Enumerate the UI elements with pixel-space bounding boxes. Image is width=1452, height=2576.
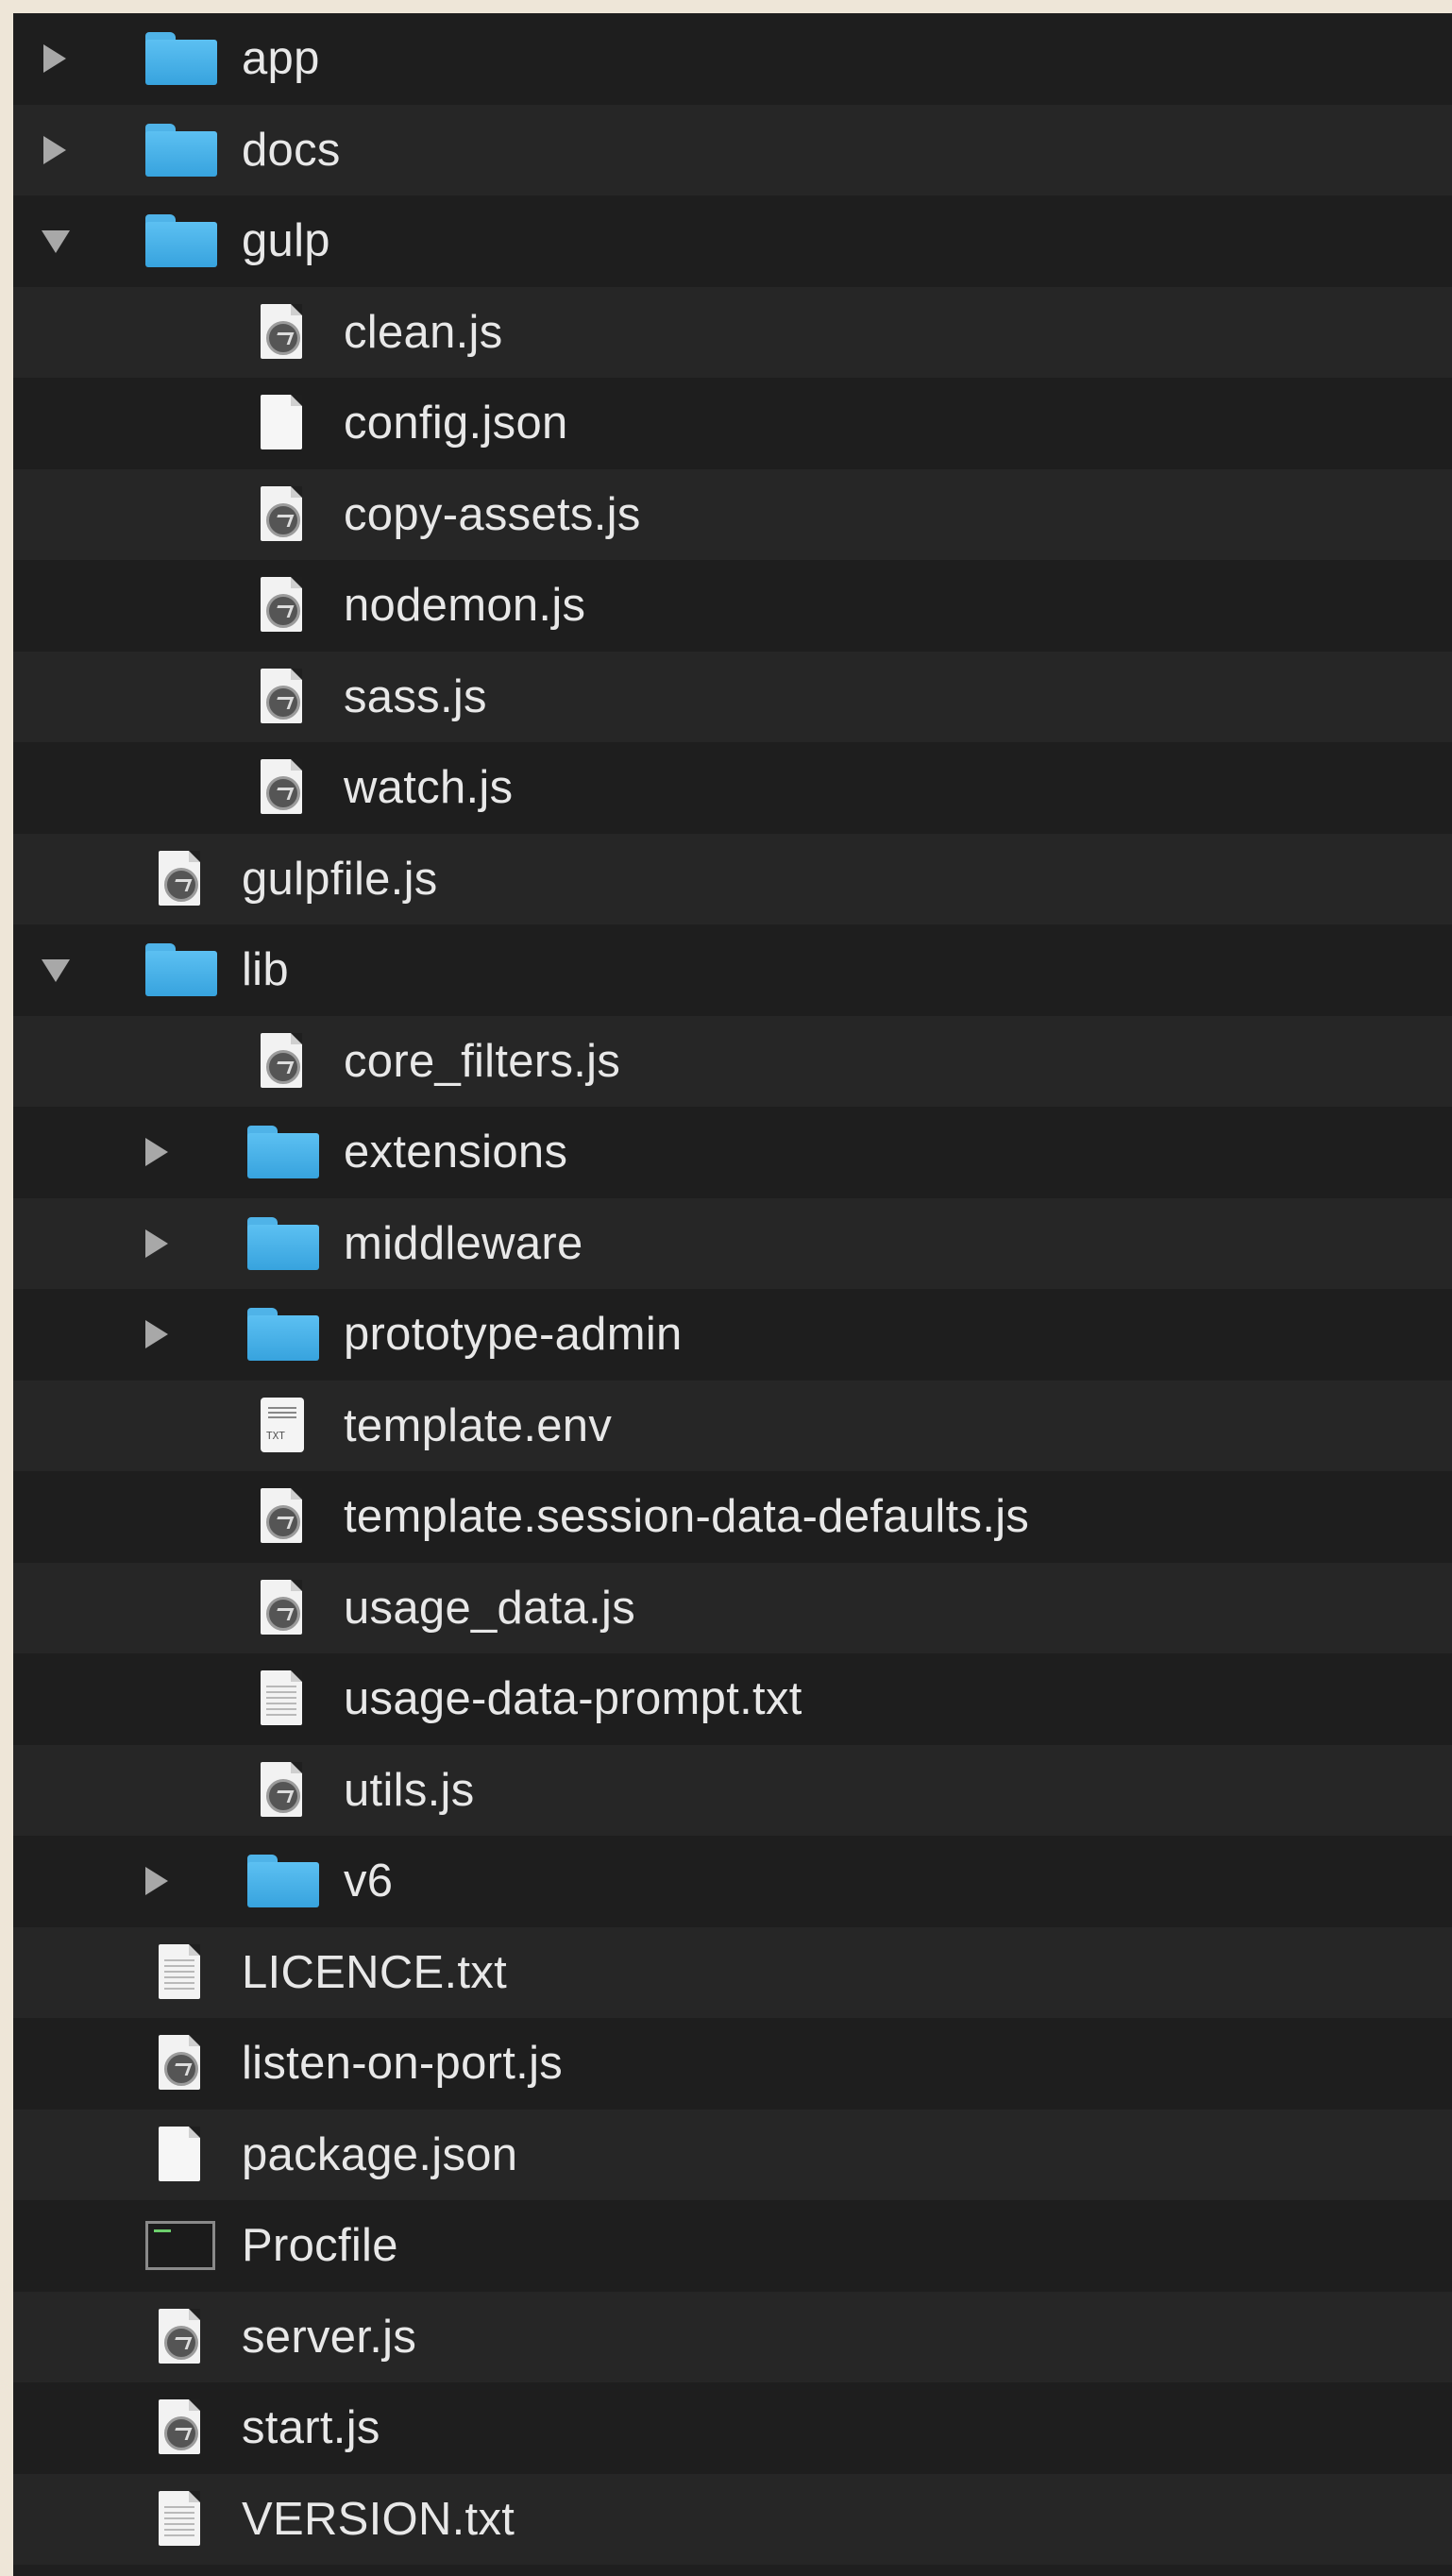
item-label: template.session-data-defaults.js bbox=[344, 1491, 1030, 1543]
list-item[interactable]: server.js bbox=[13, 2291, 1452, 2382]
list-item[interactable]: config.json bbox=[13, 378, 1452, 469]
list-item[interactable]: gulp bbox=[13, 195, 1452, 287]
disclosure-triangle-right-icon[interactable] bbox=[145, 1229, 170, 1258]
list-item[interactable]: LICENCE.txt bbox=[13, 1926, 1452, 2018]
folder-icon bbox=[245, 1122, 321, 1182]
list-item[interactable]: package.json bbox=[13, 2109, 1452, 2200]
folder-icon bbox=[245, 1851, 321, 1911]
js-file-icon bbox=[245, 757, 321, 818]
item-label: lib bbox=[242, 944, 289, 996]
list-item[interactable]: listen-on-port.js bbox=[13, 2018, 1452, 2110]
item-label: gulpfile.js bbox=[242, 853, 438, 905]
item-label: docs bbox=[242, 124, 341, 176]
item-label: start.js bbox=[242, 2402, 380, 2454]
item-label: extensions bbox=[344, 1127, 568, 1178]
list-item[interactable]: v6 bbox=[13, 1836, 1452, 1927]
js-file-icon bbox=[144, 2398, 219, 2458]
item-label: app bbox=[242, 33, 320, 85]
js-file-icon bbox=[144, 2033, 219, 2093]
js-file-icon bbox=[245, 484, 321, 545]
folder-icon bbox=[144, 211, 219, 271]
document-icon bbox=[245, 393, 321, 453]
list-item[interactable]: template.env bbox=[13, 1380, 1452, 1471]
js-file-icon bbox=[144, 2307, 219, 2367]
js-file-icon bbox=[245, 1031, 321, 1092]
list-item[interactable]: core_filters.js bbox=[13, 1015, 1452, 1107]
item-label: Procfile bbox=[242, 2220, 398, 2272]
disclosure-triangle-right-icon[interactable] bbox=[145, 1320, 170, 1349]
item-label: prototype-admin bbox=[344, 1309, 683, 1361]
list-item[interactable]: extensions bbox=[13, 1107, 1452, 1198]
text-file-icon bbox=[245, 1669, 321, 1729]
disclosure-triangle-down-icon[interactable] bbox=[42, 227, 70, 255]
env-file-icon bbox=[245, 1396, 321, 1456]
file-list: app docs gulp clean.js config.json copy-asset… bbox=[13, 13, 1452, 2576]
folder-icon bbox=[144, 120, 219, 180]
folder-icon bbox=[144, 28, 219, 89]
list-item[interactable]: clean.js bbox=[13, 286, 1452, 378]
list-item[interactable]: copy-assets.js bbox=[13, 468, 1452, 560]
item-label: nodemon.js bbox=[344, 580, 586, 632]
js-file-icon bbox=[245, 575, 321, 636]
item-label: gulp bbox=[242, 215, 330, 267]
list-item[interactable]: docs bbox=[13, 104, 1452, 195]
item-label: template.env bbox=[344, 1399, 613, 1451]
terminal-icon bbox=[144, 2215, 219, 2276]
document-icon bbox=[144, 2125, 219, 2185]
js-file-icon bbox=[245, 667, 321, 727]
list-item[interactable]: start.js bbox=[13, 2382, 1452, 2474]
list-item[interactable]: prototype-admin bbox=[13, 1289, 1452, 1381]
disclosure-triangle-down-icon[interactable] bbox=[42, 956, 70, 984]
item-label: usage-data-prompt.txt bbox=[344, 1673, 802, 1725]
list-item[interactable]: template.session-data-defaults.js bbox=[13, 1471, 1452, 1563]
list-item[interactable]: nodemon.js bbox=[13, 560, 1452, 652]
item-label: clean.js bbox=[344, 306, 503, 358]
item-label: config.json bbox=[344, 398, 568, 449]
item-label: LICENCE.txt bbox=[242, 1946, 508, 1998]
item-label: sass.js bbox=[344, 670, 487, 722]
item-label: VERSION.txt bbox=[242, 2493, 515, 2545]
item-label: utils.js bbox=[344, 1764, 475, 1816]
list-item[interactable]: lib bbox=[13, 924, 1452, 1016]
list-item[interactable]: usage-data-prompt.txt bbox=[13, 1653, 1452, 1745]
folder-icon bbox=[245, 1304, 321, 1364]
js-file-icon bbox=[245, 1578, 321, 1638]
list-item[interactable]: middleware bbox=[13, 1197, 1452, 1289]
js-file-icon bbox=[245, 302, 321, 363]
js-file-icon bbox=[144, 849, 219, 909]
item-label: listen-on-port.js bbox=[242, 2038, 564, 2090]
text-file-icon bbox=[144, 2489, 219, 2550]
disclosure-triangle-right-icon[interactable] bbox=[43, 135, 68, 164]
list-item[interactable]: VERSION.txt bbox=[13, 2473, 1452, 2565]
item-label: watch.js bbox=[344, 762, 514, 814]
item-label: v6 bbox=[344, 1856, 394, 1907]
js-file-icon bbox=[245, 1760, 321, 1821]
item-label: usage_data.js bbox=[344, 1582, 636, 1634]
item-label: server.js bbox=[242, 2311, 417, 2363]
folder-icon bbox=[144, 940, 219, 1000]
item-label: copy-assets.js bbox=[344, 488, 641, 540]
item-label: package.json bbox=[242, 2128, 518, 2180]
list-item[interactable]: sass.js bbox=[13, 651, 1452, 742]
disclosure-triangle-right-icon[interactable] bbox=[145, 1867, 170, 1896]
disclosure-triangle-right-icon[interactable] bbox=[43, 44, 68, 74]
list-item[interactable]: app bbox=[13, 13, 1452, 105]
js-file-icon bbox=[245, 1486, 321, 1547]
list-item[interactable]: Procfile bbox=[13, 2200, 1452, 2292]
disclosure-triangle-right-icon[interactable] bbox=[145, 1138, 170, 1167]
list-item[interactable]: gulpfile.js bbox=[13, 833, 1452, 924]
item-label: core_filters.js bbox=[344, 1035, 621, 1087]
list-item[interactable]: usage_data.js bbox=[13, 1562, 1452, 1653]
folder-icon bbox=[245, 1213, 321, 1274]
text-file-icon bbox=[144, 1942, 219, 2003]
list-item[interactable]: watch.js bbox=[13, 742, 1452, 834]
item-label: middleware bbox=[344, 1217, 583, 1269]
list-item[interactable]: utils.js bbox=[13, 1744, 1452, 1836]
